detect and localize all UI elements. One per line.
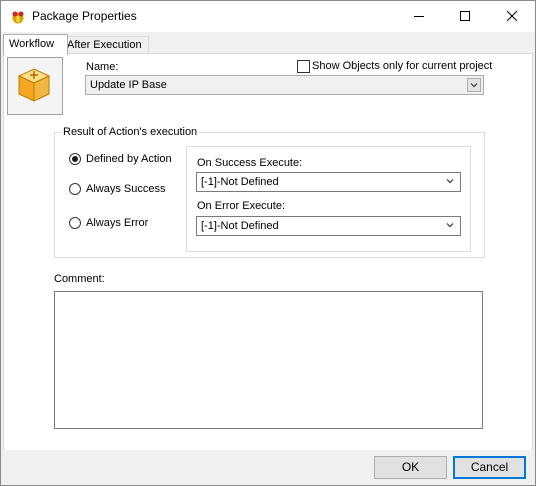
maximize-icon <box>460 11 470 21</box>
name-label: Name: <box>86 61 119 73</box>
tab-workflow[interactable]: Workflow <box>3 34 68 55</box>
show-objects-checkbox[interactable] <box>297 60 310 73</box>
on-success-label: On Success Execute: <box>197 157 303 169</box>
minimize-icon <box>414 16 424 17</box>
on-error-label: On Error Execute: <box>197 200 286 212</box>
result-group-title: Result of Action's execution <box>61 126 200 138</box>
show-objects-label[interactable]: Show Objects only for current project <box>312 60 492 72</box>
on-error-value: [-1]-Not Defined <box>201 220 279 232</box>
window-title: Package Properties <box>32 9 137 23</box>
radio-defined-by-action[interactable] <box>69 153 81 165</box>
on-success-select[interactable]: [-1]-Not Defined <box>196 172 461 192</box>
radio-always-error[interactable] <box>69 217 81 229</box>
on-success-value: [-1]-Not Defined <box>201 176 279 188</box>
maximize-button[interactable] <box>442 1 488 32</box>
package-app-icon <box>10 9 26 25</box>
package-properties-window: Package Properties Workflow After Execut… <box>0 0 536 486</box>
name-combo[interactable]: Update IP Base <box>85 75 484 95</box>
title-bar[interactable]: Package Properties <box>1 1 535 32</box>
radio-always-success-label[interactable]: Always Success <box>86 183 165 195</box>
chevron-down-icon[interactable] <box>444 175 458 189</box>
package-image-box <box>7 57 63 115</box>
chevron-down-icon[interactable] <box>444 219 458 233</box>
close-icon <box>507 11 517 21</box>
radio-always-success[interactable] <box>69 183 81 195</box>
tab-after-execution[interactable]: After Execution <box>61 36 149 53</box>
close-button[interactable] <box>489 1 535 32</box>
comment-textarea[interactable] <box>54 291 483 429</box>
chevron-down-icon[interactable] <box>467 78 481 92</box>
comment-label: Comment: <box>54 273 105 285</box>
radio-always-error-label[interactable]: Always Error <box>86 217 148 229</box>
on-error-select[interactable]: [-1]-Not Defined <box>196 216 461 236</box>
ok-button[interactable]: OK <box>374 456 447 479</box>
minimize-button[interactable] <box>396 1 442 32</box>
name-value: Update IP Base <box>90 79 167 91</box>
package-box-icon <box>17 68 51 102</box>
cancel-button[interactable]: Cancel <box>453 456 526 479</box>
radio-defined-by-action-label[interactable]: Defined by Action <box>86 153 172 165</box>
